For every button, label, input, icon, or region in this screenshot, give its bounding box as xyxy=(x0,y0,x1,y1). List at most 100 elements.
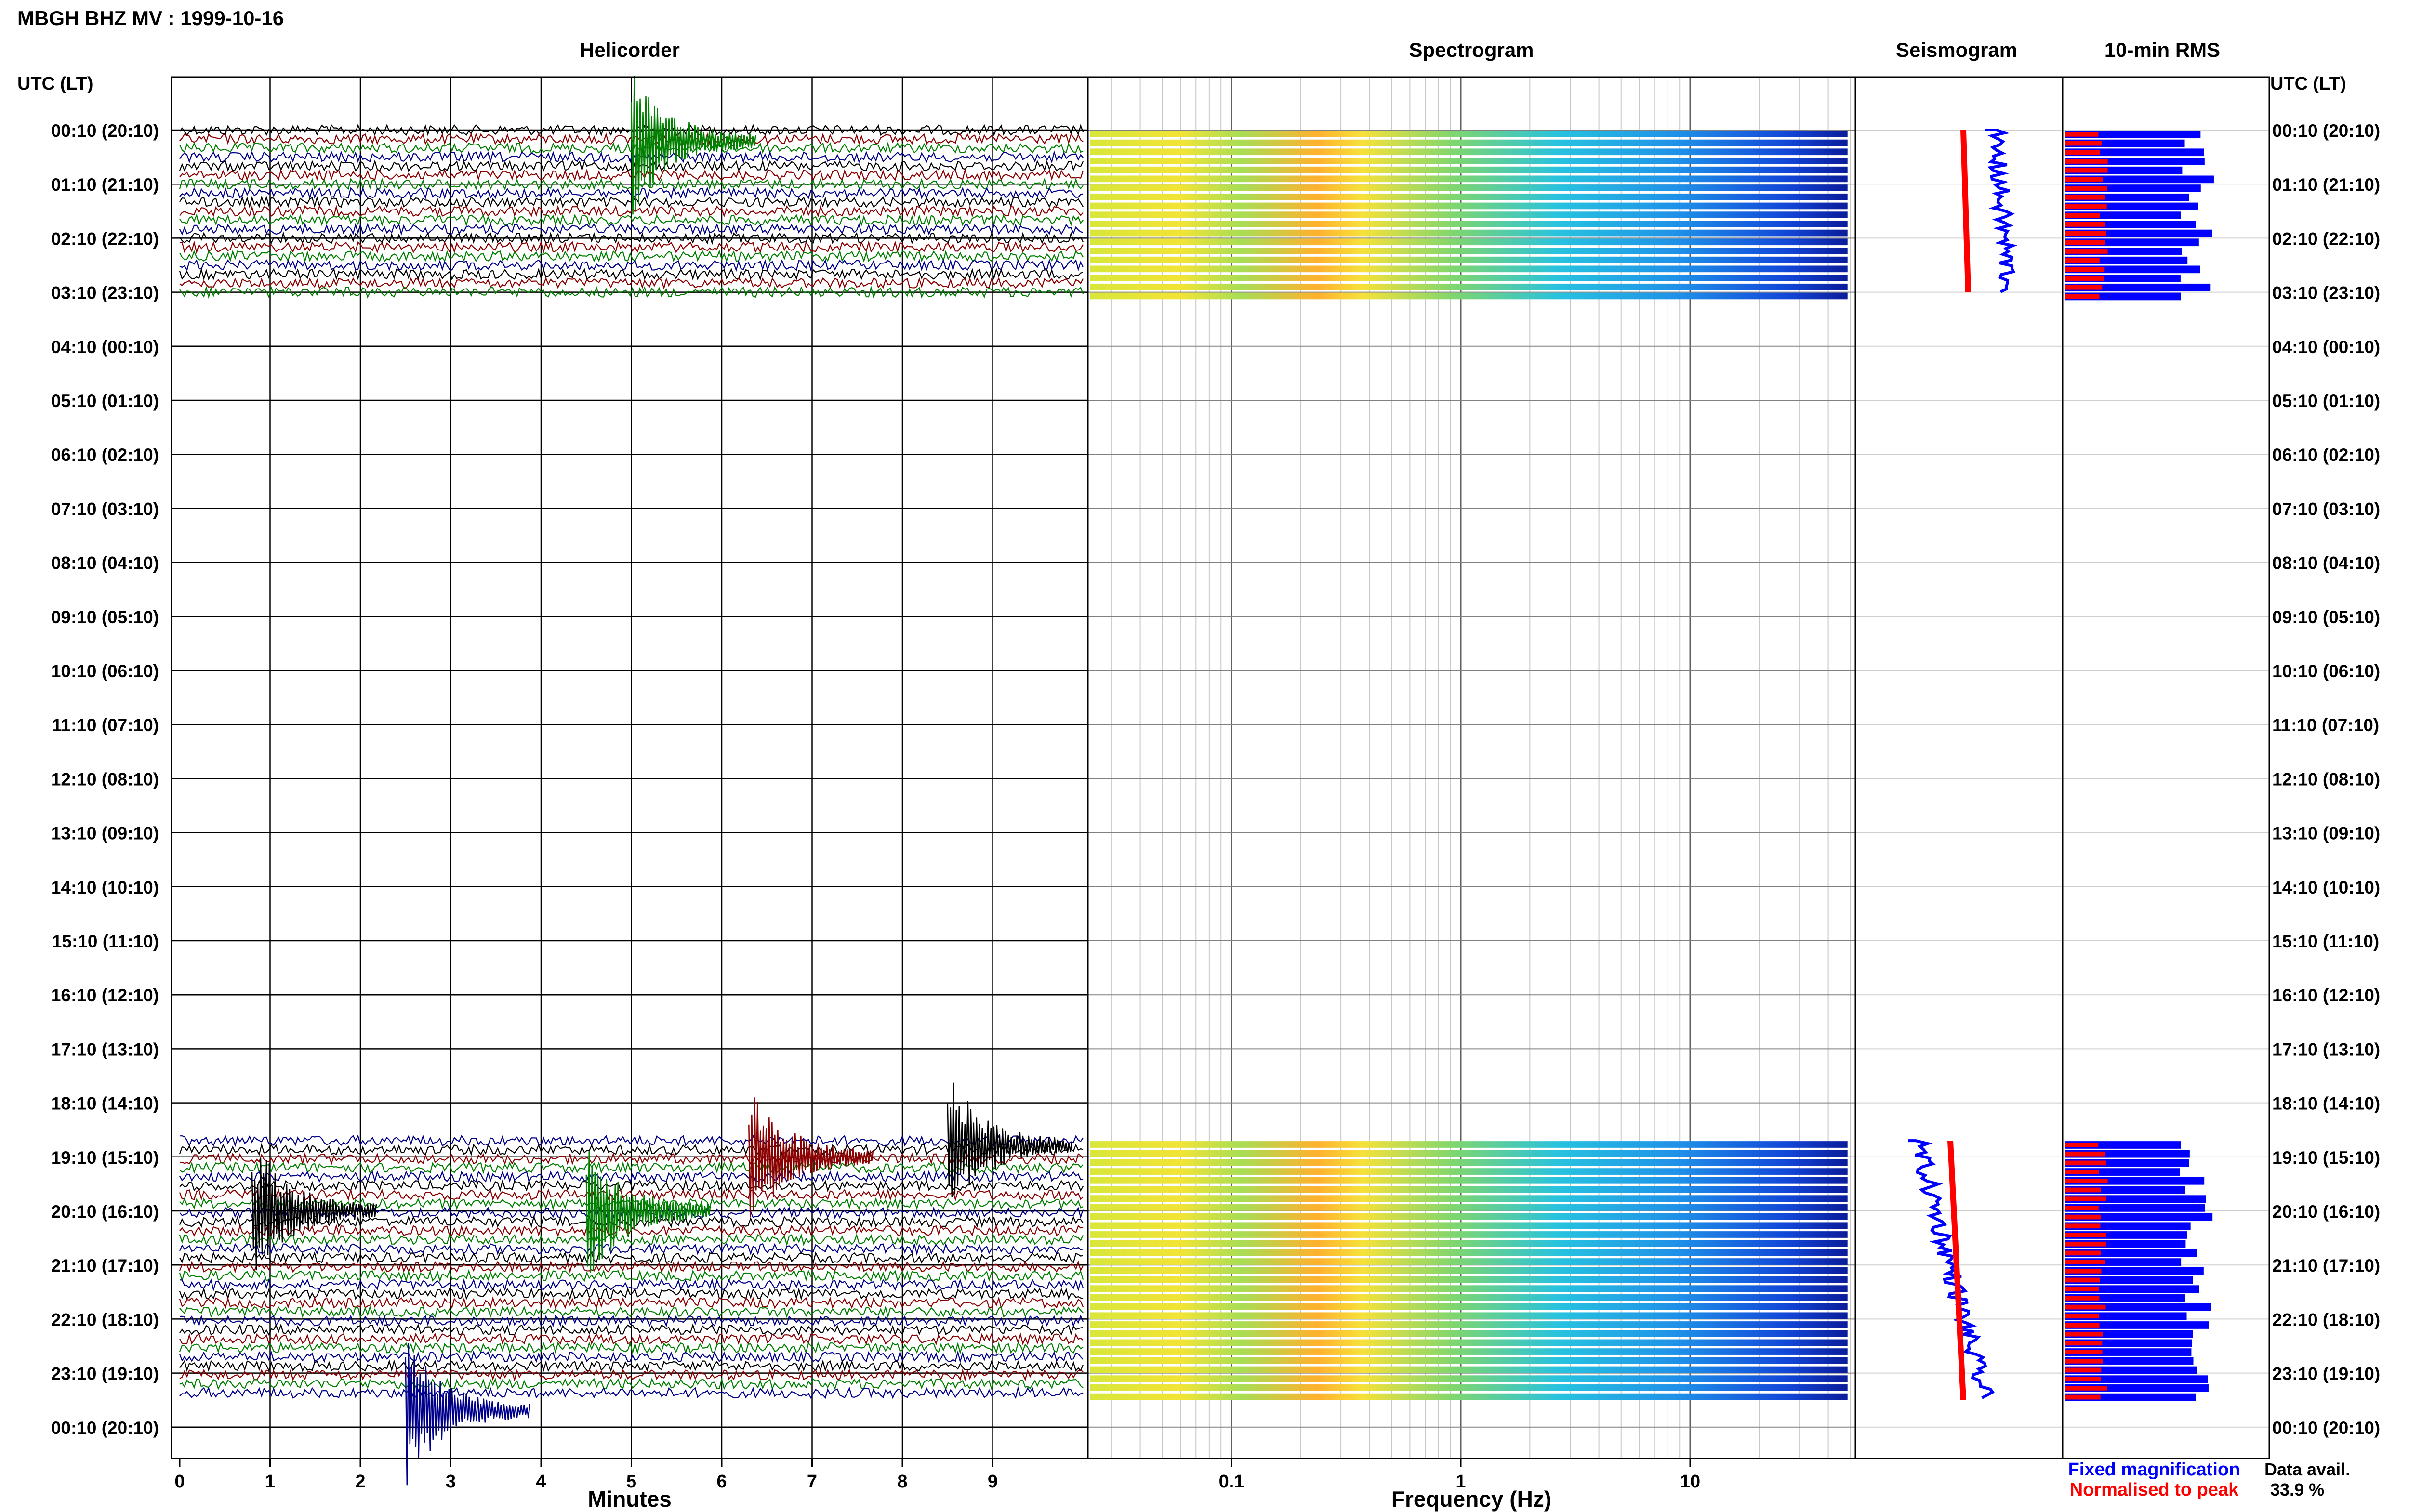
rms-bar-normalised xyxy=(2065,168,2108,173)
hour-label: 02:10 (22:10) xyxy=(51,229,159,249)
rms-bar-normalised xyxy=(2065,141,2102,146)
hour-label: 16:10 (12:10) xyxy=(51,986,159,1005)
spectrogram-row xyxy=(1090,139,1848,146)
spectrogram-row xyxy=(1090,1375,1848,1382)
hour-label: 14:10 (10:10) xyxy=(2272,878,2380,897)
rms-bar-normalised xyxy=(2065,186,2107,191)
rms-bar-normalised xyxy=(2065,1341,2103,1346)
rms-bar-normalised xyxy=(2065,276,2104,281)
rms-bar-normalised xyxy=(2065,1170,2099,1174)
rms-bar-normalised xyxy=(2065,1196,2106,1202)
hour-label: 17:10 (13:10) xyxy=(2272,1039,2380,1059)
spectrogram-row xyxy=(1090,1240,1848,1247)
hour-label: 04:10 (00:10) xyxy=(51,337,159,357)
hour-label: 20:10 (16:10) xyxy=(51,1202,159,1222)
spectrogram-row xyxy=(1090,275,1848,281)
spectrogram-title: Spectrogram xyxy=(1409,39,1534,61)
spectrogram-row xyxy=(1090,1213,1848,1220)
x-tick-label: 7 xyxy=(807,1472,817,1492)
utc-label-left: UTC (LT) xyxy=(17,74,93,94)
spectrogram-row xyxy=(1090,1393,1848,1400)
seismogram-fixed xyxy=(1985,129,2018,293)
x-tick-label: 6 xyxy=(716,1472,727,1492)
hour-label: 00:10 (20:10) xyxy=(51,1418,159,1438)
seismogram-normalised xyxy=(1960,130,1971,292)
rms-bar-normalised xyxy=(2065,1367,2102,1373)
hour-label: 08:10 (04:10) xyxy=(51,553,159,573)
spectrogram-row xyxy=(1090,1285,1848,1292)
hour-label: 05:10 (01:10) xyxy=(2272,391,2380,411)
spectrogram-panel xyxy=(1087,76,1856,1459)
spectrogram-row xyxy=(1090,221,1848,227)
hour-label: 00:10 (20:10) xyxy=(2272,1418,2380,1438)
hour-label: 07:10 (03:10) xyxy=(2272,499,2380,519)
spectrogram-row xyxy=(1090,175,1848,183)
plot-title: MBGH BHZ MV : 1999-10-16 xyxy=(17,7,284,29)
rms-bar-normalised xyxy=(2065,267,2105,272)
x-tick-label: 10 xyxy=(1680,1472,1700,1492)
spectrogram-row xyxy=(1090,229,1848,237)
rms-bar-normalised xyxy=(2065,1386,2107,1391)
spectrogram-row xyxy=(1090,1294,1848,1301)
hour-label: 03:10 (23:10) xyxy=(2272,283,2380,303)
spectrogram-row xyxy=(1090,158,1848,164)
hour-label: 21:10 (17:10) xyxy=(51,1256,159,1275)
spectrogram-xlabel: Frequency (Hz) xyxy=(1391,1486,1551,1512)
spectrogram-row xyxy=(1090,1357,1848,1364)
spectrogram-row xyxy=(1090,238,1848,246)
legend-normalised-to-peak: Normalised to peak xyxy=(2070,1480,2239,1500)
spectrogram-row xyxy=(1090,148,1848,156)
rms-bar-normalised xyxy=(2065,1304,2106,1310)
spectrogram-row xyxy=(1090,1384,1848,1391)
hour-label: 10:10 (06:10) xyxy=(51,661,159,681)
hour-label: 19:10 (15:10) xyxy=(51,1148,159,1168)
rms-bar-normalised xyxy=(2065,195,2105,200)
hour-label: 11:10 (07:10) xyxy=(2272,715,2379,735)
hour-label: 20:10 (16:10) xyxy=(2272,1202,2380,1222)
rms-bar-normalised xyxy=(2065,1250,2102,1256)
spectrogram-row xyxy=(1090,256,1848,263)
hour-label: 15:10 (11:10) xyxy=(52,932,159,951)
spectrogram-row xyxy=(1090,1330,1848,1337)
spectrogram-row xyxy=(1090,184,1848,191)
hour-label: 14:10 (10:10) xyxy=(51,878,159,897)
data-avail-value: 33.9 % xyxy=(2270,1480,2324,1499)
hour-label: 00:10 (20:10) xyxy=(51,121,159,141)
rms-bar-normalised xyxy=(2065,1394,2101,1400)
rms-bar-normalised xyxy=(2065,1187,2102,1193)
x-tick-label: 1 xyxy=(265,1472,275,1492)
spectrogram-row xyxy=(1090,1249,1848,1256)
rms-bar-normalised xyxy=(2065,285,2103,290)
rms-title: 10-min RMS xyxy=(2105,39,2220,61)
spectrogram-row xyxy=(1090,1186,1848,1193)
spectrogram-row xyxy=(1090,1204,1848,1211)
rms-bar-normalised xyxy=(2065,1296,2100,1301)
hour-label: 11:10 (07:10) xyxy=(52,715,159,735)
hour-label: 23:10 (19:10) xyxy=(51,1364,159,1384)
hour-label: 06:10 (02:10) xyxy=(51,445,159,465)
rms-bar-normalised xyxy=(2065,1377,2102,1382)
rms-bar-normalised xyxy=(2065,1331,2103,1337)
spectrogram-row xyxy=(1090,283,1848,290)
legend-fixed-magnification: Fixed magnification xyxy=(2068,1459,2240,1480)
hour-label: 19:10 (15:10) xyxy=(2272,1148,2380,1168)
rms-bar-normalised xyxy=(2065,132,2099,137)
spectrogram-row xyxy=(1090,1150,1848,1157)
seismogram-frame xyxy=(1854,76,2064,1459)
spectrogram-row xyxy=(1090,1141,1848,1148)
hour-label: 06:10 (02:10) xyxy=(2272,445,2380,465)
rms-bar-normalised xyxy=(2065,1277,2100,1283)
rms-bar-normalised xyxy=(2065,1143,2099,1147)
hour-label: 17:10 (13:10) xyxy=(51,1039,159,1059)
spectrogram-row xyxy=(1090,1231,1848,1238)
x-tick-label: 8 xyxy=(897,1472,907,1492)
x-tick-label: 0 xyxy=(174,1472,185,1492)
rms-bar-normalised xyxy=(2065,1233,2106,1237)
rms-bar-normalised xyxy=(2065,1268,2102,1274)
hour-label: 01:10 (21:10) xyxy=(2272,175,2380,195)
spectrogram-row xyxy=(1090,1168,1848,1175)
hour-label: 02:10 (22:10) xyxy=(2272,229,2380,249)
rms-bar-normalised xyxy=(2065,213,2100,218)
hour-labels-right: 00:10 (20:10) 01:10 (21:10) 02:10 (22:10) 0… xyxy=(2272,121,2380,1438)
spectrogram-row xyxy=(1090,193,1848,200)
